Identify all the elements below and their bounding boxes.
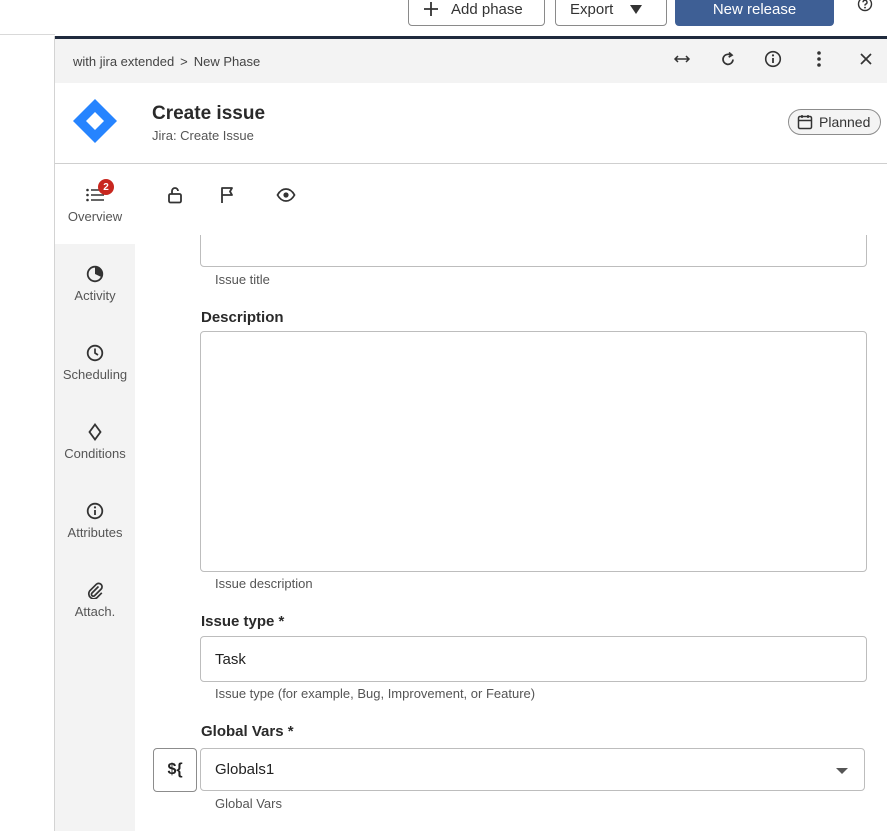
tab-conditions[interactable]: Conditions (55, 402, 135, 481)
notification-badge: 2 (98, 179, 114, 195)
dropdown-caret-icon (836, 768, 848, 774)
breadcrumb-separator: > (180, 53, 188, 69)
issue-type-input[interactable]: Task (200, 636, 867, 682)
tab-label: Attach. (74, 604, 116, 619)
global-vars-select[interactable]: Globals1 (200, 748, 865, 791)
issue-type-label: Issue type * (201, 613, 285, 630)
breadcrumb-parent[interactable]: with jira extended (73, 54, 174, 69)
new-release-button[interactable]: New release (675, 0, 834, 26)
more-vertical-icon (817, 51, 821, 67)
tab-attachments-icon-wrap (85, 580, 105, 600)
tab-activity-icon-wrap (85, 264, 105, 284)
variable-toggle-button[interactable]: ${ (153, 748, 197, 792)
refresh-icon (722, 51, 734, 66)
tab-label: Scheduling (62, 367, 128, 382)
issue-type-value: Task (215, 650, 246, 668)
refresh-button[interactable] (717, 48, 739, 70)
release-toolbar: Add phase Export New release (0, 0, 887, 36)
tab-attributes[interactable]: Attributes (55, 481, 135, 560)
task-title: Create issue (152, 103, 266, 124)
tab-label: Activity (74, 288, 116, 303)
issue-title-helper: Issue title (215, 272, 270, 287)
global-vars-helper: Global Vars (215, 796, 282, 811)
divider (0, 34, 55, 35)
global-vars-label: Global Vars * (201, 723, 294, 740)
help-icon[interactable] (857, 0, 873, 12)
caret-down-icon (630, 5, 643, 14)
task-type: Jira: Create Issue (152, 128, 254, 143)
tab-label: Overview (67, 209, 123, 224)
plus-icon (424, 2, 438, 16)
tab-overview[interactable]: 2 Overview (55, 165, 135, 244)
activity-icon (86, 265, 104, 283)
paperclip-icon (87, 582, 103, 599)
more-options-button[interactable] (808, 48, 830, 70)
tab-conditions-icon-wrap (85, 422, 105, 442)
tab-scheduling[interactable]: Scheduling (55, 323, 135, 402)
info-icon (764, 50, 782, 68)
breadcrumb-current: New Phase (193, 53, 261, 69)
horizontal-arrows-icon (673, 55, 691, 63)
new-release-label: New release (712, 0, 797, 18)
task-action-icons (135, 165, 887, 235)
tab-attributes-icon-wrap (85, 501, 105, 521)
tab-label: Attributes (67, 525, 123, 540)
issue-type-helper: Issue type (for example, Bug, Improvemen… (215, 686, 536, 701)
side-tab-bar: 2 Overview Activity Scheduling Condition… (55, 165, 135, 831)
info-button[interactable] (762, 48, 784, 70)
form-content: Issue title Description Issue descriptio… (135, 235, 887, 831)
expand-width-button[interactable] (671, 48, 693, 70)
export-label: Export (570, 0, 614, 18)
clock-icon (86, 344, 104, 362)
description-textarea[interactable] (200, 331, 867, 572)
tab-scheduling-icon-wrap (85, 343, 105, 363)
close-icon (860, 53, 872, 65)
description-label: Description (201, 309, 284, 326)
close-button[interactable] (855, 48, 877, 70)
unlock-icon[interactable] (165, 185, 185, 205)
tab-activity[interactable]: Activity (55, 244, 135, 323)
tab-label: Conditions (64, 446, 126, 461)
status-label: Planned (819, 114, 871, 130)
description-helper: Issue description (215, 576, 313, 591)
task-header: Create issue Jira: Create Issue Planned (55, 83, 887, 164)
status-badge: Planned (788, 109, 881, 135)
jira-logo-icon (73, 99, 117, 143)
info-icon (86, 502, 104, 520)
tab-overview-icon-wrap: 2 (85, 179, 114, 205)
task-drawer: with jira extended > New Phase Create is… (54, 36, 887, 831)
tab-attachments[interactable]: Attach. (55, 560, 135, 639)
calendar-icon (797, 115, 813, 130)
add-phase-button[interactable]: Add phase (408, 0, 545, 26)
add-phase-label: Add phase (451, 0, 523, 18)
export-button[interactable]: Export (555, 0, 667, 26)
flag-icon[interactable] (217, 185, 237, 205)
issue-title-input[interactable] (200, 235, 867, 267)
global-vars-value: Globals1 (215, 761, 275, 778)
watch-eye-icon[interactable] (276, 185, 296, 205)
diamond-icon (88, 423, 102, 441)
